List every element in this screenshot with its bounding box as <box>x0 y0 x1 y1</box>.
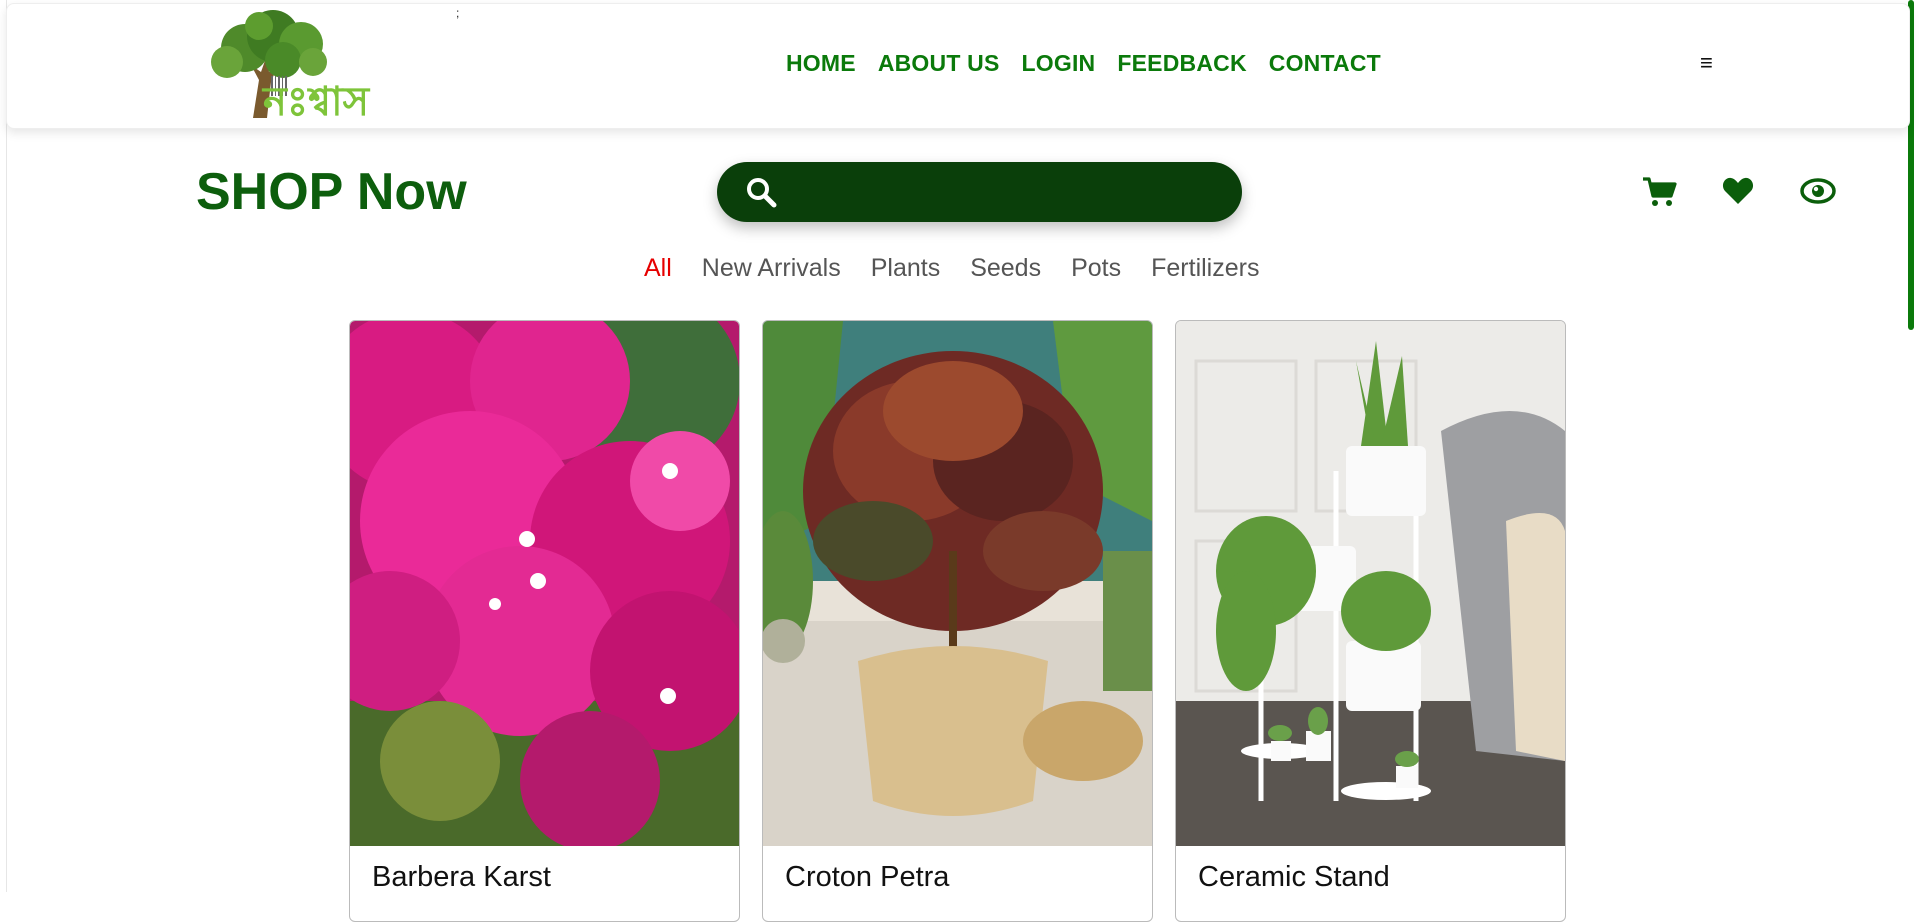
nav-feedback[interactable]: FEEDBACK <box>1117 50 1246 77</box>
product-image-croton[interactable] <box>763 321 1152 846</box>
heart-icon[interactable] <box>1722 176 1754 206</box>
nav-home[interactable]: HOME <box>786 50 856 77</box>
product-card[interactable]: Ceramic Stand <box>1175 320 1566 922</box>
product-card[interactable]: Croton Petra <box>762 320 1153 922</box>
product-name[interactable]: Croton Petra <box>785 861 949 894</box>
nav-login[interactable]: LOGIN <box>1022 50 1096 77</box>
site-logo[interactable]: নঃশ্বাস <box>205 10 410 125</box>
page-title: SHOP Now <box>196 163 467 221</box>
product-image-bougainvillea[interactable] <box>350 321 739 846</box>
category-new-arrivals[interactable]: New Arrivals <box>702 254 841 283</box>
search-icon[interactable] <box>745 176 777 208</box>
main-nav: HOME ABOUT US LOGIN FEEDBACK CONTACT <box>786 50 1403 77</box>
search-bar[interactable] <box>717 162 1242 222</box>
category-filter-bar: All New Arrivals Plants Seeds Pots Ferti… <box>644 254 1289 283</box>
category-fertilizers[interactable]: Fertilizers <box>1151 254 1259 283</box>
category-plants[interactable]: Plants <box>871 254 940 283</box>
nav-contact[interactable]: CONTACT <box>1269 50 1381 77</box>
category-seeds[interactable]: Seeds <box>970 254 1041 283</box>
hamburger-menu-icon[interactable]: ≡ <box>1700 50 1713 76</box>
product-name[interactable]: Barbera Karst <box>372 861 551 894</box>
product-name[interactable]: Ceramic Stand <box>1198 861 1390 894</box>
product-card[interactable]: Barbera Karst <box>349 320 740 922</box>
product-image-ceramic-stand[interactable] <box>1176 321 1565 846</box>
search-input[interactable] <box>791 179 1218 205</box>
logo-mark: ; <box>456 6 460 20</box>
logo-text: নঃশ্বাস <box>263 79 370 125</box>
category-all[interactable]: All <box>644 254 672 283</box>
eye-icon[interactable] <box>1800 176 1836 206</box>
nav-about-us[interactable]: ABOUT US <box>878 50 1000 77</box>
cart-icon[interactable] <box>1642 176 1678 208</box>
category-pots[interactable]: Pots <box>1071 254 1121 283</box>
